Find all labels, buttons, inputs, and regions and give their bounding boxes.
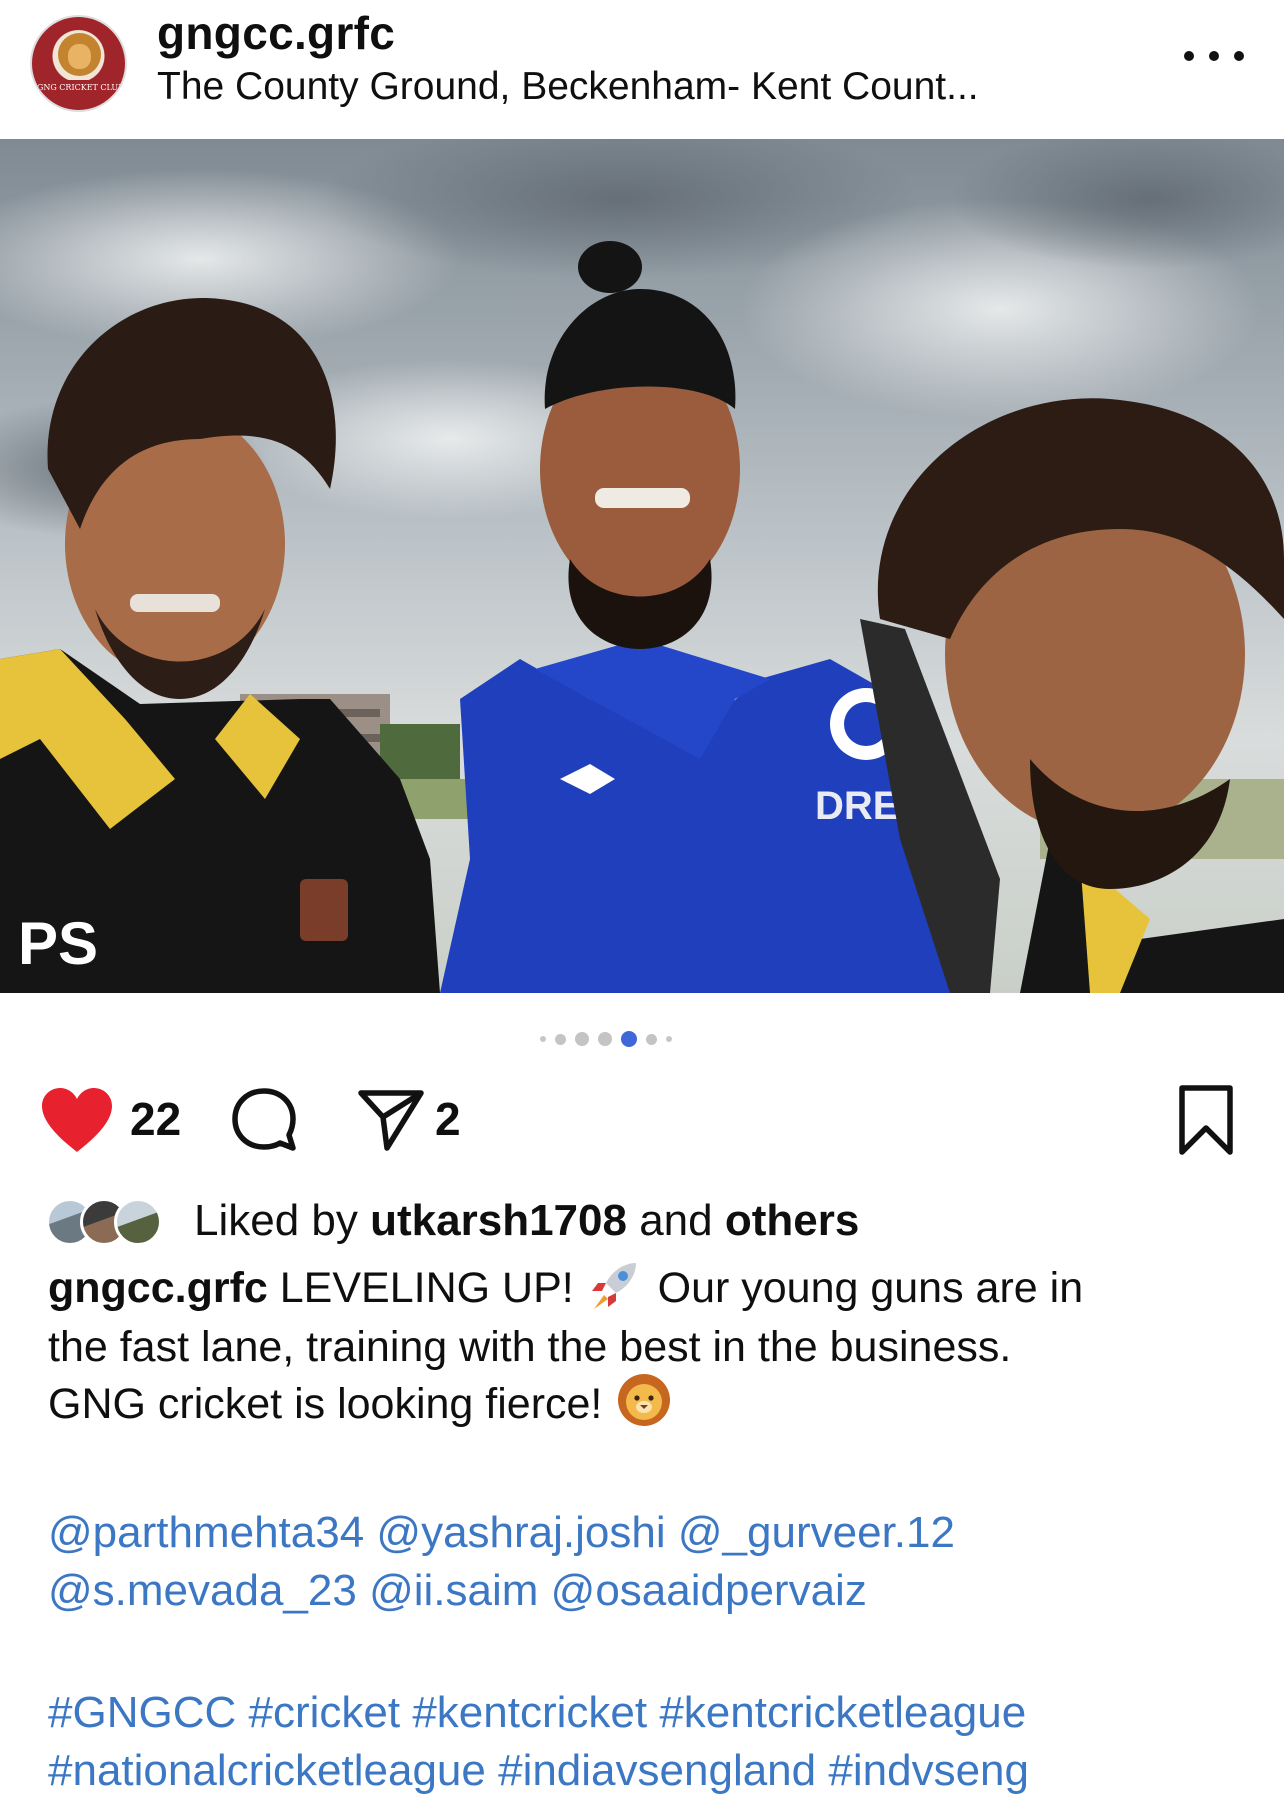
more-icon-dot — [1234, 51, 1244, 61]
hashtag-link[interactable]: #nationalcricketleague — [48, 1746, 486, 1795]
liked-by-others[interactable]: others — [725, 1196, 859, 1245]
carousel-dot — [540, 1036, 546, 1042]
caption-text: GNG cricket is looking fierce! — [48, 1379, 603, 1428]
mention-link[interactable]: @yashraj.joshi — [376, 1508, 665, 1557]
mention-link[interactable]: @_gurveer.12 — [678, 1508, 955, 1557]
carousel-dot — [555, 1033, 566, 1045]
mention-link[interactable]: @ii.saim — [369, 1566, 538, 1615]
more-options-button[interactable] — [1184, 34, 1244, 78]
photo-illustration: PS DREA — [0, 139, 1284, 993]
caption-line-1: gngcc.grfc LEVELING UP! Our young guns a… — [48, 1260, 1248, 1319]
post-location[interactable]: The County Ground, Beckenham- Kent Count… — [157, 65, 1117, 109]
liked-by-user[interactable]: utkarsh1708 — [370, 1196, 627, 1245]
carousel-dot — [598, 1032, 612, 1046]
carousel-dot-active — [621, 1031, 637, 1047]
caption-author[interactable]: gngcc.grfc — [48, 1264, 268, 1312]
hashtag-link[interactable]: #indvseng — [828, 1746, 1029, 1795]
carousel-dot — [575, 1032, 589, 1046]
hashtag-link[interactable]: #kentcricket — [412, 1688, 647, 1737]
mention-link[interactable]: @osaaidpervaiz — [551, 1566, 867, 1615]
account-avatar[interactable]: GNG CRICKET CLUB — [30, 15, 127, 112]
bookmark-icon[interactable] — [1176, 1084, 1236, 1156]
more-icon-dot — [1184, 51, 1194, 61]
liker-avatar — [114, 1198, 162, 1246]
lion-icon — [618, 1374, 671, 1427]
liked-by-row[interactable]: Liked by utkarsh1708 and others — [46, 1196, 1246, 1252]
caption-text: Our young guns are in — [657, 1264, 1084, 1312]
post-header: GNG CRICKET CLUB gngcc.grfc The County G… — [0, 0, 1284, 139]
rocket-icon — [591, 1262, 636, 1309]
logo-ribbon-text: GNG CRICKET CLUB — [36, 80, 125, 95]
lion-logo-face — [68, 44, 91, 69]
mention-link[interactable]: @s.mevada_23 — [48, 1566, 357, 1615]
caption-line-2: the fast lane, training with the best in… — [48, 1322, 1012, 1371]
carousel-dot — [646, 1033, 657, 1045]
heart-icon[interactable] — [40, 1086, 114, 1154]
share-icon[interactable] — [357, 1088, 425, 1152]
more-icon-dot — [1209, 51, 1219, 61]
post-photo[interactable]: PS DREA — [0, 139, 1284, 993]
caption-line-3: GNG cricket is looking fierce! — [48, 1374, 1248, 1435]
liked-by-text: Liked by utkarsh1708 and others — [194, 1196, 859, 1246]
likes-count[interactable]: 22 — [130, 1092, 181, 1146]
comment-icon[interactable] — [230, 1086, 298, 1154]
hashtag-link[interactable]: #cricket — [248, 1688, 400, 1737]
caption-text: LEVELING UP! — [279, 1264, 574, 1312]
shirt-logo-left: PS — [18, 910, 98, 977]
liked-by-prefix: Liked by — [194, 1196, 358, 1245]
account-name[interactable]: gngcc.grfc — [157, 6, 395, 60]
mention-link[interactable]: @parthmehta34 — [48, 1508, 364, 1557]
carousel-indicator — [540, 1028, 672, 1050]
post-caption: gngcc.grfc LEVELING UP! Our young guns a… — [48, 1260, 1248, 1434]
shares-count[interactable]: 2 — [435, 1092, 461, 1146]
post-actions: 22 2 — [0, 1080, 1284, 1160]
caption-mentions: @parthmehta34 @yashraj.joshi @_gurveer.1… — [48, 1504, 1268, 1620]
caption-hashtags: #GNGCC #cricket #kentcricket #kentcricke… — [48, 1684, 1284, 1800]
carousel-dot — [666, 1036, 672, 1042]
hashtag-link[interactable]: #indiavsengland — [498, 1746, 816, 1795]
hashtag-link[interactable]: #GNGCC — [48, 1688, 236, 1737]
hashtag-link[interactable]: #kentcricketleague — [659, 1688, 1026, 1737]
liked-by-and: and — [639, 1196, 713, 1245]
